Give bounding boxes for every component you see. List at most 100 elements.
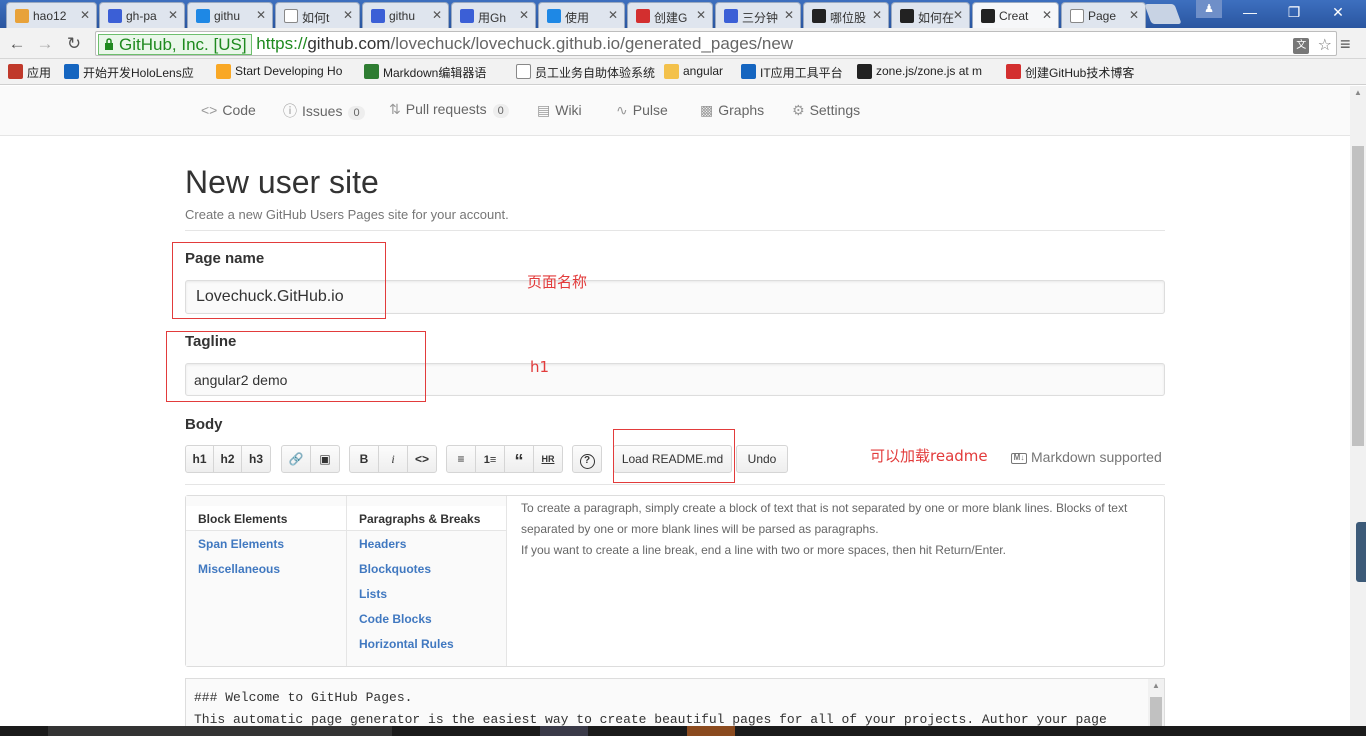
bookmark-item[interactable]: 员工业务自助体验系统 <box>516 64 655 81</box>
editor-scrollbar[interactable]: ▲ <box>1148 679 1164 726</box>
forward-arrow-icon[interactable]: → <box>34 33 56 55</box>
help-topic-blockquotes[interactable]: Blockquotes <box>359 562 431 576</box>
close-tab-icon[interactable]: ✕ <box>256 8 266 22</box>
scroll-up-icon[interactable]: ▲ <box>1152 681 1160 690</box>
help-topic-headers[interactable]: Headers <box>359 537 406 551</box>
close-tab-icon[interactable]: ✕ <box>953 8 963 22</box>
browser-tab[interactable]: gh-pa ✕ <box>99 2 185 28</box>
tab-settings[interactable]: ⚙ Settings <box>792 102 860 119</box>
bold-button[interactable]: B <box>349 445 379 473</box>
close-tab-icon[interactable]: ✕ <box>872 8 882 22</box>
bookmark-item[interactable]: Markdown编辑器语 <box>364 64 486 81</box>
chrome-menu-icon[interactable]: ≡ <box>1340 34 1351 55</box>
browser-tab[interactable]: githu ✕ <box>362 2 449 28</box>
tab-label: gh-pa <box>126 9 157 23</box>
help-topic-paragraphs[interactable]: Paragraphs & Breaks <box>359 512 480 526</box>
help-topic-lists[interactable]: Lists <box>359 587 387 601</box>
tab-pull-requests[interactable]: ⇅ Pull requests 0 <box>389 101 509 118</box>
minimize-icon[interactable]: — <box>1228 0 1272 24</box>
taskbar-item[interactable] <box>48 726 392 736</box>
h1-button[interactable]: h1 <box>185 445 214 473</box>
help-topic-code-blocks[interactable]: Code Blocks <box>359 612 432 626</box>
browser-tab[interactable]: 如何在 ✕ <box>891 2 970 28</box>
ev-certificate-badge[interactable]: GitHub, Inc. [US] <box>98 34 252 55</box>
bookmark-item[interactable]: Start Developing Ho <box>216 64 342 79</box>
editor-scroll-thumb[interactable] <box>1150 697 1162 726</box>
browser-tab[interactable]: 使用 ✕ <box>538 2 625 28</box>
bookmark-item[interactable]: 开始开发HoloLens应 <box>64 64 194 81</box>
profile-icon[interactable]: ♟ <box>1196 0 1222 18</box>
code-button[interactable]: <> <box>407 445 437 473</box>
browser-tab[interactable]: 创建G ✕ <box>627 2 713 28</box>
side-widget-icon[interactable] <box>1356 522 1366 582</box>
browser-tab[interactable]: hao12 ✕ <box>6 2 97 28</box>
help-topic-horizontal-rules[interactable]: Horizontal Rules <box>359 637 454 651</box>
browser-chrome: hao12 ✕ gh-pa ✕ githu ✕ 如何t ✕ githu ✕ 用Gh ✕ 使用 ✕ 创建G ✕ 三… <box>0 0 1366 86</box>
undo-button[interactable]: Undo <box>736 445 788 473</box>
close-tab-icon[interactable]: ✕ <box>343 8 353 22</box>
tab-wiki[interactable]: ▤ Wiki <box>537 102 582 119</box>
close-tab-icon[interactable]: ✕ <box>1129 8 1139 22</box>
bookmark-item[interactable]: zone.js/zone.js at m <box>857 64 982 79</box>
link-button[interactable]: 🔗 <box>281 445 311 473</box>
translate-icon[interactable]: 文 <box>1293 37 1310 54</box>
help-text-line: If you want to create a line break, end … <box>521 543 1006 557</box>
bookmark-item[interactable]: angular <box>664 64 723 79</box>
unordered-list-button[interactable]: ≡ <box>446 445 476 473</box>
tab-graphs[interactable]: ▩ Graphs <box>700 102 764 119</box>
bullet-list-icon: ≡ <box>457 452 465 466</box>
browser-tab[interactable]: 三分钟 ✕ <box>715 2 801 28</box>
close-tab-icon[interactable]: ✕ <box>696 8 706 22</box>
browser-tab[interactable]: 用Gh ✕ <box>451 2 536 28</box>
scroll-up-icon[interactable]: ▲ <box>1354 88 1362 97</box>
back-arrow-icon[interactable]: ← <box>6 33 28 55</box>
close-tab-icon[interactable]: ✕ <box>784 8 794 22</box>
browser-tab[interactable]: githu ✕ <box>187 2 273 28</box>
bookmark-label: 开始开发HoloLens应 <box>83 66 194 80</box>
help-category-span-elements[interactable]: Span Elements <box>198 537 284 551</box>
browser-tab[interactable]: 如何t ✕ <box>275 2 360 28</box>
close-tab-icon[interactable]: ✕ <box>432 8 442 22</box>
close-window-icon[interactable]: ✕ <box>1316 0 1360 24</box>
markdown-supported-link[interactable]: M↓ Markdown supported <box>1011 449 1162 465</box>
browser-tab[interactable]: 哪位股 ✕ <box>803 2 889 28</box>
close-tab-icon[interactable]: ✕ <box>608 8 618 22</box>
bookmark-item[interactable]: IT应用工具平台 <box>741 64 843 81</box>
bookmark-item[interactable]: 应用 <box>8 64 51 81</box>
help-button[interactable]: ? <box>572 445 602 473</box>
h2-button[interactable]: h2 <box>213 445 242 473</box>
address-bar[interactable]: GitHub, Inc. [US] https://github.com/lov… <box>95 31 1337 56</box>
taskbar-item[interactable] <box>540 726 588 736</box>
github-icon <box>981 9 995 23</box>
url-scheme: https:// <box>256 34 308 53</box>
reload-icon[interactable]: ↻ <box>63 33 85 55</box>
help-category-block-elements[interactable]: Block Elements <box>198 512 287 526</box>
editor-line: ### Welcome to GitHub Pages. <box>194 690 413 705</box>
close-tab-icon[interactable]: ✕ <box>519 8 529 22</box>
help-category-miscellaneous[interactable]: Miscellaneous <box>198 562 280 576</box>
close-tab-icon[interactable]: ✕ <box>168 8 178 22</box>
tab-issues[interactable]: ⓘ Issues 0 <box>283 101 365 121</box>
hr-button[interactable]: HR <box>533 445 563 473</box>
browser-tab[interactable]: Creat ✕ <box>972 2 1059 28</box>
page-scrollbar[interactable]: ▲ <box>1350 86 1366 726</box>
image-button[interactable]: ▣ <box>310 445 340 473</box>
restore-icon[interactable]: ❐ <box>1272 0 1316 24</box>
close-tab-icon[interactable]: ✕ <box>1042 8 1052 22</box>
close-tab-icon[interactable]: ✕ <box>80 8 90 22</box>
quote-button[interactable]: “ <box>504 445 534 473</box>
browser-tab[interactable]: Page ✕ <box>1061 2 1146 28</box>
taskbar-item[interactable] <box>687 726 735 736</box>
tab-label: 如何在 <box>918 11 955 25</box>
tab-pulse[interactable]: ∿ Pulse <box>616 102 668 119</box>
italic-button[interactable]: i <box>378 445 408 473</box>
bookmark-star-icon[interactable]: ☆ <box>1318 37 1332 54</box>
bookmark-item[interactable]: 创建GitHub技术博客 <box>1006 64 1134 81</box>
page-scroll-thumb[interactable] <box>1352 146 1364 446</box>
ordered-list-button[interactable]: 1≡ <box>475 445 505 473</box>
body-editor[interactable]: ### Welcome to GitHub Pages. This automat… <box>185 678 1165 726</box>
h3-button[interactable]: h3 <box>241 445 271 473</box>
github-icon <box>857 64 872 79</box>
tab-code[interactable]: <> Code <box>201 102 256 118</box>
new-tab-button[interactable] <box>1144 4 1182 24</box>
